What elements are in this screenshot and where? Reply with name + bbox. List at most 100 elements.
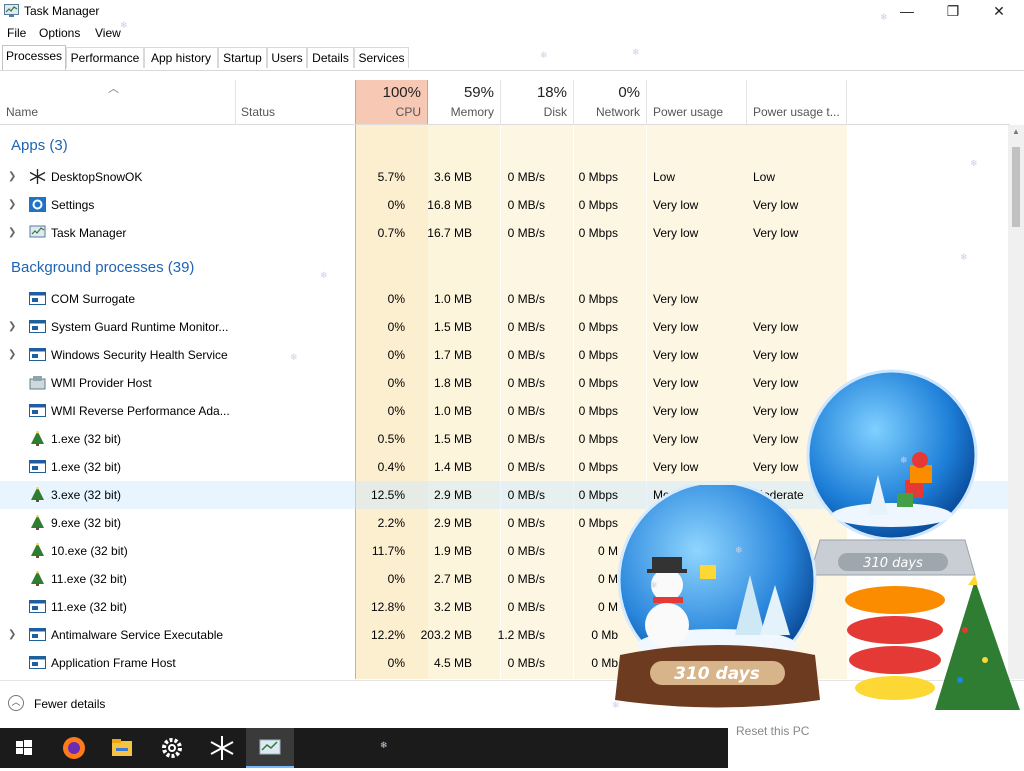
snow-globe-left-image: 310 days	[615, 480, 820, 708]
process-memory: 1.5 MB	[433, 320, 472, 334]
expand-chevron-icon[interactable]: ❯	[8, 349, 16, 360]
process-row[interactable]: COM Surrogate 0% 1.0 MB 0 MB/s 0 Mbps Very lo…	[0, 285, 1008, 313]
column-header-power-trend[interactable]: Power usage t...	[747, 80, 847, 124]
window-icon	[29, 627, 46, 642]
column-header-power[interactable]: Power usage	[647, 80, 747, 124]
desktopsnowok-icon[interactable]	[198, 728, 246, 768]
process-memory: 1.5 MB	[433, 432, 472, 446]
process-power-trend: Very low	[753, 198, 799, 212]
menu-options[interactable]: Options	[39, 26, 80, 40]
column-header-cpu[interactable]: 100% CPU	[355, 80, 428, 124]
expand-chevron-icon[interactable]: ❯	[8, 321, 16, 332]
collapse-chevron-icon[interactable]: ︿	[8, 695, 24, 711]
column-status-label: Status	[241, 105, 276, 119]
globe-days-label: 310 days	[674, 664, 760, 684]
process-disk: 0 MB/s	[507, 226, 545, 240]
minimize-button[interactable]: —	[884, 0, 930, 22]
settings-gear-icon[interactable]	[148, 728, 196, 768]
process-power-trend: Very low	[753, 404, 799, 418]
process-memory: 1.9 MB	[433, 544, 472, 558]
group-background-label: Background processes (39)	[11, 259, 195, 276]
task-manager-icon[interactable]	[246, 728, 294, 768]
power-label: Power usage	[653, 105, 724, 119]
reset-pc-label[interactable]: Reset this PC	[736, 724, 809, 738]
snow-globe-widget-left: 310 days	[605, 480, 835, 725]
process-row[interactable]: ❯ DesktopSnowOK 5.7% 3.6 MB 0 MB/s 0 Mbps Low L…	[0, 163, 1008, 191]
group-header-apps[interactable]: Apps (3)	[0, 133, 1008, 161]
menu-view[interactable]: View	[95, 26, 121, 40]
column-header-name[interactable]: ︿ Name	[0, 80, 235, 124]
scrollbar-thumb[interactable]	[1012, 147, 1020, 227]
tab-app-history[interactable]: App history	[144, 47, 218, 68]
process-name: Settings	[51, 198, 95, 212]
process-cpu: 0.5%	[377, 432, 405, 446]
process-power-trend: Low	[753, 170, 776, 184]
process-name: 11.exe (32 bit)	[51, 600, 127, 614]
memory-label: Memory	[450, 105, 494, 119]
snowflake-decoration-icon: ❄	[380, 740, 388, 750]
process-cpu: 0.7%	[377, 226, 405, 240]
christmas-tree-image	[845, 575, 1020, 710]
background-window-strip: Reset this PC	[728, 724, 1024, 768]
tab-users[interactable]: Users	[267, 47, 307, 68]
process-cpu: 12.5%	[370, 488, 405, 502]
globe-days-label: 310 days	[863, 556, 923, 571]
process-disk: 0 MB/s	[507, 198, 545, 212]
menu-file[interactable]: File	[7, 26, 26, 40]
tree-icon	[29, 570, 46, 586]
disk-label: Disk	[543, 105, 567, 119]
process-disk: 0 MB/s	[507, 170, 545, 184]
expand-chevron-icon[interactable]: ❯	[8, 629, 16, 640]
process-name: Task Manager	[51, 226, 127, 240]
tab-details[interactable]: Details	[307, 47, 354, 68]
maximize-button[interactable]: ❐	[930, 0, 976, 22]
window-icon	[29, 655, 46, 670]
expand-chevron-icon[interactable]: ❯	[8, 199, 16, 210]
snowflake-decoration-icon: ❄	[120, 20, 128, 30]
process-power: Very low	[653, 432, 699, 446]
expand-chevron-icon[interactable]: ❯	[8, 171, 16, 182]
column-header-disk[interactable]: 18% Disk	[501, 80, 573, 124]
process-power: Very low	[653, 198, 699, 212]
column-divider	[235, 80, 236, 124]
process-memory: 4.5 MB	[433, 656, 472, 670]
process-cpu: 12.8%	[370, 600, 405, 614]
process-row[interactable]: ❯ System Guard Runtime Monitor... 0% 1.5 MB…	[0, 313, 1008, 341]
process-memory: 1.0 MB	[433, 404, 472, 418]
process-disk: 0 MB/s	[507, 544, 545, 558]
cpu-total-pct: 100%	[382, 84, 421, 101]
tab-services[interactable]: Services	[354, 47, 409, 68]
column-header-memory[interactable]: 59% Memory	[428, 80, 500, 124]
column-header-status[interactable]: Status	[235, 80, 355, 124]
file-explorer-icon[interactable]	[98, 728, 146, 768]
process-row[interactable]: ❯ Settings 0% 16.8 MB 0 MB/s 0 Mbps Very low Ve…	[0, 191, 1008, 219]
wmi-icon	[29, 375, 46, 390]
process-memory: 1.7 MB	[433, 348, 472, 362]
process-memory: 2.9 MB	[433, 516, 472, 530]
process-cpu: 0%	[387, 656, 405, 670]
process-name: DesktopSnowOK	[51, 170, 143, 184]
process-power-trend: Very low	[753, 226, 799, 240]
tab-performance[interactable]: Performance	[66, 47, 144, 68]
fewer-details-link[interactable]: Fewer details	[34, 697, 105, 711]
firefox-icon[interactable]	[50, 728, 98, 768]
column-header-network[interactable]: 0% Network	[574, 80, 646, 124]
process-cpu: 5.7%	[377, 170, 405, 184]
process-memory: 2.7 MB	[433, 572, 472, 586]
process-power: Very low	[653, 460, 699, 474]
power-trend-label: Power usage t...	[753, 105, 840, 119]
process-disk: 0 MB/s	[507, 516, 545, 530]
expand-chevron-icon[interactable]: ❯	[8, 227, 16, 238]
scroll-up-icon[interactable]: ▲	[1012, 127, 1020, 136]
tab-processes[interactable]: Processes	[2, 45, 66, 70]
process-row[interactable]: ❯ Task Manager 0.7% 16.7 MB 0 MB/s 0 Mbps Very…	[0, 219, 1008, 247]
tab-startup[interactable]: Startup	[218, 47, 267, 68]
close-button[interactable]: ✕	[976, 0, 1022, 22]
process-network: 0 Mbps	[578, 292, 618, 306]
title-bar[interactable]: Task Manager — ❐ ✕	[0, 0, 1024, 22]
windows-start-icon[interactable]	[0, 728, 48, 768]
snowflake-decoration-icon: ❄	[960, 252, 968, 262]
process-memory: 2.9 MB	[433, 488, 472, 502]
group-header-background[interactable]: Background processes (39)	[0, 255, 1008, 283]
memory-total-pct: 59%	[463, 84, 494, 101]
